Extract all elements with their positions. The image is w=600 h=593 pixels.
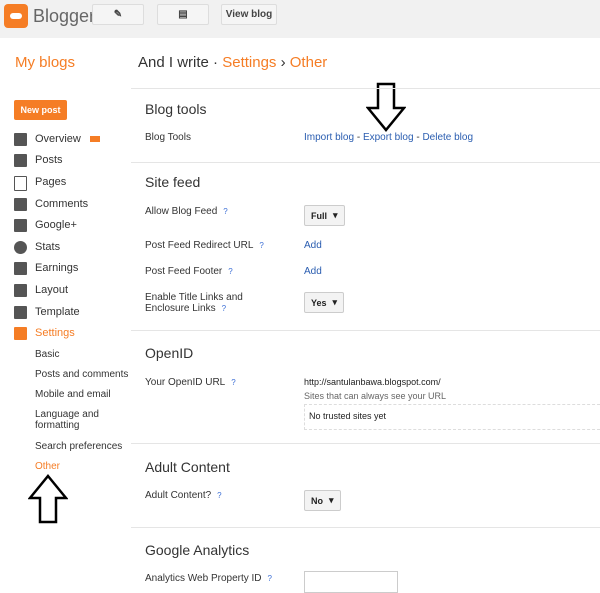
sidebar-item-stats[interactable]: Stats [35,241,60,253]
brand-name: Blogger [33,6,96,26]
dropdown-arrow-icon: ▾ [333,210,338,220]
trusted-sites-value: No trusted sites yet [309,411,387,421]
new-post-pencil-button[interactable]: ✎ [92,4,144,25]
subitem-search-preferences[interactable]: Search preferences [35,441,122,452]
dash: - [356,132,361,143]
subitem-basic[interactable]: Basic [35,349,59,360]
section-title-blog-tools: Blog tools [145,101,207,117]
select-value: Yes [311,297,327,308]
blogger-logo-icon [4,4,28,28]
import-blog-link[interactable]: Import blog [304,132,354,143]
blog-name[interactable]: And I write [138,54,209,71]
section-title-site-feed: Site feed [145,174,201,190]
posts-list-button[interactable]: ▤ [157,4,209,25]
openid-url: http://santulanbawa.blogspot.com/ [304,377,441,387]
new-post-button[interactable]: New post [14,100,67,120]
blog-tools-label: Blog Tools [145,132,191,143]
label-text: Analytics Web Property ID [145,573,262,584]
export-blog-link[interactable]: Export blog [363,132,414,143]
title-links-label: Enable Title Links and Enclosure Links? [145,292,290,314]
sidebar-item-google-plus[interactable]: Google+ [35,219,77,231]
paint-roller-icon [14,306,27,319]
adult-content-label: Adult Content?? [145,490,222,501]
openid-url-label: Your OpenID URL? [145,377,236,388]
sep: · [213,54,219,71]
help-icon[interactable]: ? [268,574,272,583]
section-title-google-analytics: Google Analytics [145,542,250,558]
select-value: Full [311,210,327,221]
divider [131,330,600,331]
title-links-select[interactable]: Yes ▾ [304,292,345,313]
allow-blog-feed-label: Allow Blog Feed? [145,206,228,217]
section-title-openid: OpenID [145,345,194,361]
analytics-id-input[interactable] [304,571,398,593]
section-title-adult-content: Adult Content [145,459,230,475]
sidebar-item-pages[interactable]: Pages [35,176,66,188]
home-icon [14,133,27,146]
sep: › [280,54,286,71]
megaphone-icon [90,136,100,142]
help-icon[interactable]: ? [259,241,263,250]
divider [131,443,600,444]
help-icon[interactable]: ? [217,491,221,500]
sidebar-item-settings[interactable]: Settings [35,327,75,339]
sidebar-item-layout[interactable]: Layout [35,284,68,296]
view-blog-button[interactable]: View blog [221,4,277,25]
dropdown-arrow-icon: ▾ [332,297,338,307]
divider [131,162,600,163]
subitem-language[interactable]: Language and formatting [35,409,115,431]
sidebar-item-comments[interactable]: Comments [35,198,88,210]
trusted-sites-label: Sites that can always see your URL [304,391,447,401]
wrench-icon [14,327,27,340]
pages-icon [14,176,27,191]
divider [131,527,600,528]
breadcrumb-other: Other [289,54,328,71]
feed-footer-label: Post Feed Footer? [145,266,233,277]
help-icon[interactable]: ? [223,207,227,216]
trusted-sites-box: No trusted sites yet [304,404,600,430]
sidebar-item-overview[interactable]: Overview [35,133,81,145]
label-text: Adult Content? [145,490,212,501]
label-text: Post Feed Footer [145,266,223,277]
sidebar-item-posts[interactable]: Posts [35,154,63,166]
help-icon[interactable]: ? [222,304,226,313]
sidebar-item-earnings[interactable]: Earnings [35,262,78,274]
down-arrow-annotation-icon [366,82,406,132]
up-arrow-annotation-icon [28,474,68,524]
help-icon[interactable]: ? [228,267,232,276]
subitem-posts-comments[interactable]: Posts and comments [35,369,128,380]
redirect-add-link[interactable]: Add [304,240,322,251]
label-text: Allow Blog Feed [145,206,218,217]
redirect-url-label: Post Feed Redirect URL? [145,240,264,251]
my-blogs-link[interactable]: My blogs [15,54,75,71]
pie-chart-icon [14,241,27,254]
label-text: Post Feed Redirect URL [145,240,254,251]
allow-blog-feed-select[interactable]: Full ▾ [304,205,345,226]
breadcrumb-settings[interactable]: Settings [222,54,276,71]
help-icon[interactable]: ? [231,378,235,387]
posts-icon [14,154,27,167]
analytics-label: Analytics Web Property ID? [145,573,272,584]
divider [131,88,600,89]
comment-icon [14,198,27,211]
breadcrumb: And I write · Settings › Other [138,54,327,71]
label-text: Enable Title Links and Enclosure Links [145,292,243,314]
layout-icon [14,284,27,297]
select-value: No [311,495,323,506]
google-plus-icon [14,219,27,232]
subitem-other[interactable]: Other [35,461,60,472]
blog-tools-links: Import blog - Export blog - Delete blog [304,132,473,143]
delete-blog-link[interactable]: Delete blog [422,132,473,143]
dash: - [416,132,420,143]
dropdown-arrow-icon: ▾ [329,495,334,505]
feed-footer-add-link[interactable]: Add [304,266,322,277]
label-text: Your OpenID URL [145,377,226,388]
sidebar-item-template[interactable]: Template [35,306,80,318]
adult-content-select[interactable]: No ▾ [304,490,341,511]
trophy-icon [14,262,27,275]
subitem-mobile-email[interactable]: Mobile and email [35,389,111,400]
